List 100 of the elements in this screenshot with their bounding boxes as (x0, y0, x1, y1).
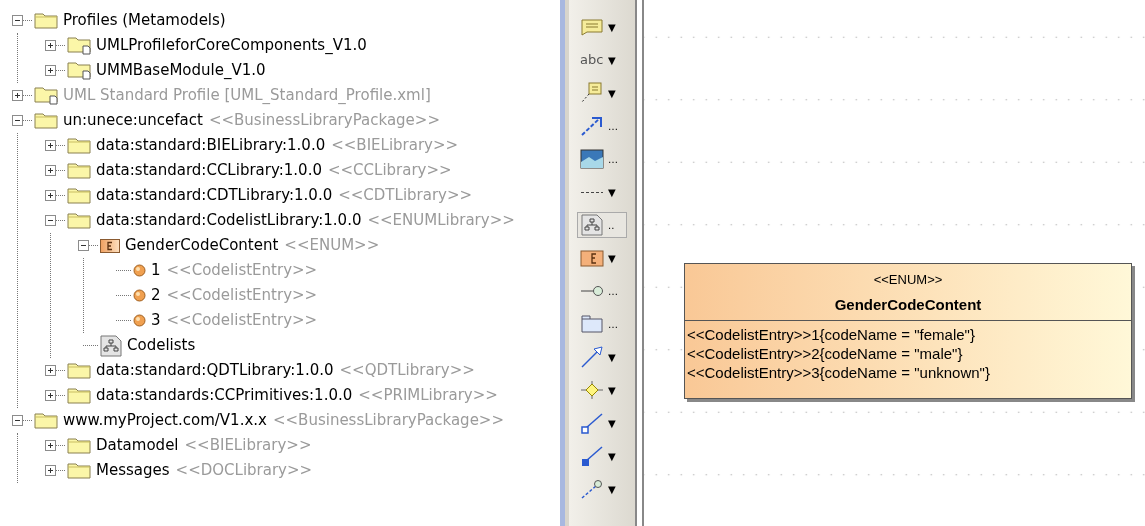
collapse-icon[interactable] (12, 115, 23, 126)
dropdown-indicator[interactable]: … (608, 151, 618, 167)
tree-item-label[interactable]: Messages (96, 459, 170, 482)
folder-document-icon (67, 61, 91, 80)
stereotype-label: <<BusinessLibraryPackage>> (208, 110, 440, 132)
expand-icon[interactable] (45, 440, 56, 451)
tree-item-label[interactable]: UMMBaseModule_V1.0 (96, 59, 266, 82)
stereotype-label: <<CodelistEntry>> (166, 260, 318, 282)
dropdown-indicator[interactable]: … (608, 283, 618, 299)
expand-icon[interactable] (45, 40, 56, 51)
note-icon (580, 16, 604, 38)
folder-icon (67, 212, 91, 229)
stereotype-label: <<BIELibrary>> (331, 135, 459, 157)
expand-icon[interactable] (45, 190, 56, 201)
palette-tool[interactable]: ▼ (577, 443, 627, 469)
tree-item-label[interactable]: 1 (151, 259, 161, 282)
folder-document-icon (34, 86, 58, 105)
tree-item-label[interactable]: GenderCodeContent (125, 234, 279, 257)
collapse-icon[interactable] (45, 215, 56, 226)
collapse-icon[interactable] (12, 415, 23, 426)
palette-tool[interactable]: ▼ (577, 80, 627, 106)
enumeration-icon (580, 247, 604, 269)
tree-item-label[interactable]: 2 (151, 284, 161, 307)
stereotype-label: <<DOCLibrary>> (175, 460, 313, 482)
enumeration-icon (100, 238, 120, 253)
tree-item-label[interactable]: Profiles (Metamodels) (63, 9, 226, 32)
palette-tool[interactable]: ▼ (577, 179, 627, 205)
palette-tool[interactable]: ▼ (577, 245, 627, 271)
dropdown-indicator[interactable]: ▼ (608, 184, 616, 200)
tree-item-label[interactable]: data:standard:QDTLibrary:1.0.0 (96, 359, 334, 382)
dropdown-indicator[interactable]: .. (608, 217, 615, 233)
tree-item-label[interactable]: data:standards:CCPrimitives:1.0.0 (96, 384, 353, 407)
dropdown-indicator[interactable]: ▼ (608, 481, 616, 497)
line-filled-end-icon (580, 445, 604, 467)
palette-tool[interactable]: ▼ (577, 476, 627, 502)
dropdown-indicator[interactable]: ▼ (608, 85, 616, 101)
tree-item-label[interactable]: Datamodel (96, 434, 179, 457)
collapse-icon[interactable] (78, 240, 89, 251)
dropdown-indicator[interactable]: ▼ (608, 349, 616, 365)
folder-icon (67, 462, 91, 479)
enumeration-element[interactable]: <<ENUM>> GenderCodeContent <<CodelistEntry>>1{codeName = "female"} <<CodelistEntry>>2{codeName = "male"} <<CodelistEntry>>3{codeName = "unknown"} (684, 263, 1132, 399)
dropdown-indicator[interactable]: ▼ (608, 415, 616, 431)
expand-icon[interactable] (45, 140, 56, 151)
palette-tool[interactable]: … (577, 113, 627, 139)
dashed-arrow-icon (580, 115, 604, 137)
palette-tool[interactable]: … (577, 146, 627, 172)
stereotype-label: <<BIELibrary>> (184, 435, 312, 457)
dropdown-indicator[interactable]: … (608, 118, 618, 134)
expand-icon[interactable] (45, 65, 56, 76)
folder-icon (67, 362, 91, 379)
diagram-icon (100, 334, 122, 357)
folder-icon (67, 387, 91, 404)
stereotype-label: <<CCLibrary>> (327, 160, 452, 182)
literal-dot-icon (133, 289, 146, 302)
palette-tool[interactable]: ▼ (577, 344, 627, 370)
folder-icon (67, 137, 91, 154)
folder-icon (34, 412, 58, 429)
diagram-icon (580, 214, 604, 236)
literal-dot-icon (133, 264, 146, 277)
stereotype-label: <<CDTLibrary>> (338, 185, 473, 207)
collapse-icon[interactable] (12, 15, 23, 26)
tree-item-label[interactable]: data:standard:CCLibrary:1.0.0 (96, 159, 322, 182)
dropdown-indicator[interactable]: ▼ (608, 52, 616, 68)
tree-item-label[interactable]: un:unece:uncefact (63, 109, 203, 132)
palette-tool[interactable]: .. (577, 212, 627, 238)
dropdown-indicator[interactable]: ▼ (608, 382, 616, 398)
stereotype-label: <<BusinessLibraryPackage>> (272, 410, 504, 432)
text-tool[interactable]: abc (580, 50, 604, 70)
tree-item-label[interactable]: data:standard:BIELibrary:1.0.0 (96, 134, 326, 157)
palette-tool[interactable]: ▼ (577, 14, 627, 40)
dashed-line-icon (580, 190, 604, 194)
tree-item-label[interactable]: data:standard:CDTLibrary:1.0.0 (96, 184, 333, 207)
tree-item-label[interactable]: Codelists (127, 334, 196, 357)
palette-tool[interactable]: ▼ (577, 377, 627, 403)
enumeration-literal: <<CodelistEntry>>2{codeName = "male"} (687, 344, 964, 363)
anchored-note-icon (580, 82, 604, 104)
dropdown-indicator[interactable]: ▼ (608, 19, 616, 35)
dropdown-indicator[interactable]: … (608, 316, 618, 332)
folder-icon (580, 313, 604, 335)
stereotype-label: <<PRIMLibrary>> (358, 385, 498, 407)
arrow-icon (580, 346, 604, 368)
tree-item-label[interactable]: UMLProfileforCoreComponents_V1.0 (96, 34, 367, 57)
dropdown-indicator[interactable]: ▼ (608, 250, 616, 266)
expand-icon[interactable] (45, 390, 56, 401)
expand-icon[interactable] (45, 165, 56, 176)
tree-item-label[interactable]: 3 (151, 309, 161, 332)
palette-tool[interactable]: abc ▼ (577, 47, 627, 73)
expand-icon[interactable] (45, 365, 56, 376)
element-name: GenderCodeContent (834, 294, 982, 315)
tree-item-label[interactable]: www.myProject.com/V1.x.x (63, 409, 267, 432)
dropdown-indicator[interactable]: ▼ (608, 448, 616, 464)
palette-tool[interactable]: … (577, 311, 627, 337)
enumeration-literal: <<CodelistEntry>>3{codeName = "unknown"} (687, 363, 991, 382)
literal-dot-icon (133, 314, 146, 327)
tree-item-label[interactable]: data:standard:CodelistLibrary:1.0.0 (96, 209, 362, 232)
palette-tool[interactable]: … (577, 278, 627, 304)
expand-icon[interactable] (45, 465, 56, 476)
stereotype-label: <<CodelistEntry>> (166, 285, 318, 307)
palette-tool[interactable]: ▼ (577, 410, 627, 436)
folder-icon (34, 12, 58, 29)
